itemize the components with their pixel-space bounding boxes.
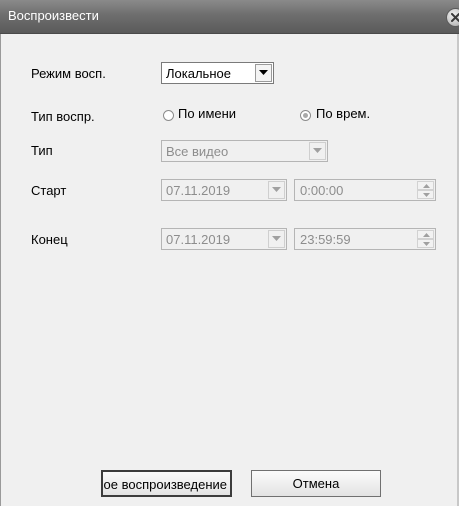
end-time-spinner[interactable]: 23:59:59 — [294, 228, 436, 250]
close-icon — [451, 13, 459, 22]
title-bar: Воспроизвести — [0, 0, 459, 34]
by-name-label: По имени — [178, 106, 237, 121]
type-value: Все видео — [166, 144, 229, 159]
arrow-down-icon — [423, 193, 430, 197]
type-label: Тип — [31, 143, 53, 158]
start-date-dropdown-button[interactable] — [268, 181, 285, 199]
by-name-radio[interactable] — [163, 110, 174, 121]
arrow-up-icon — [423, 184, 430, 188]
local-playback-button-label: Локальное воспроизведение — [103, 477, 227, 492]
start-time-value: 0:00:00 — [300, 183, 344, 198]
start-time-up-button[interactable] — [417, 181, 434, 190]
end-date-dropdown-button[interactable] — [268, 230, 285, 248]
window-frame-left — [0, 34, 1, 506]
mode-select[interactable]: Локальное — [161, 62, 274, 84]
start-time-spinner[interactable]: 0:00:00 — [294, 179, 436, 201]
type-select[interactable]: Все видео — [161, 140, 328, 162]
end-time-up-button[interactable] — [417, 230, 434, 239]
window-title: Воспроизвести — [8, 8, 99, 23]
triangle-down-icon — [313, 148, 322, 153]
cancel-button[interactable]: Отмена — [251, 470, 381, 497]
arrow-up-icon — [423, 233, 430, 237]
start-label: Старт — [31, 183, 67, 198]
close-button[interactable] — [446, 8, 459, 27]
by-time-radio[interactable] — [300, 110, 311, 121]
cancel-button-label: Отмена — [292, 476, 340, 491]
start-date-value: 07.11.2019 — [166, 183, 231, 198]
triangle-down-icon — [272, 236, 281, 241]
end-date-value: 07.11.2019 — [166, 232, 231, 247]
end-time-down-button[interactable] — [417, 239, 434, 248]
triangle-down-icon — [259, 70, 268, 75]
mode-label: Режим восп. — [31, 66, 106, 81]
end-label: Конец — [31, 232, 68, 247]
mode-dropdown-button[interactable] — [255, 64, 272, 82]
start-date-picker[interactable]: 07.11.2019 — [161, 179, 287, 201]
triangle-down-icon — [272, 187, 281, 192]
local-playback-button[interactable]: Локальное воспроизведение — [101, 470, 232, 497]
end-time-value: 23:59:59 — [300, 232, 351, 247]
by-time-label: По врем. — [316, 106, 371, 121]
type-dropdown-button[interactable] — [309, 142, 326, 160]
mode-value: Локальное — [166, 66, 231, 81]
end-date-picker[interactable]: 07.11.2019 — [161, 228, 287, 250]
arrow-down-icon — [423, 242, 430, 246]
play-type-label: Тип воспр. — [31, 109, 95, 124]
start-time-down-button[interactable] — [417, 190, 434, 199]
